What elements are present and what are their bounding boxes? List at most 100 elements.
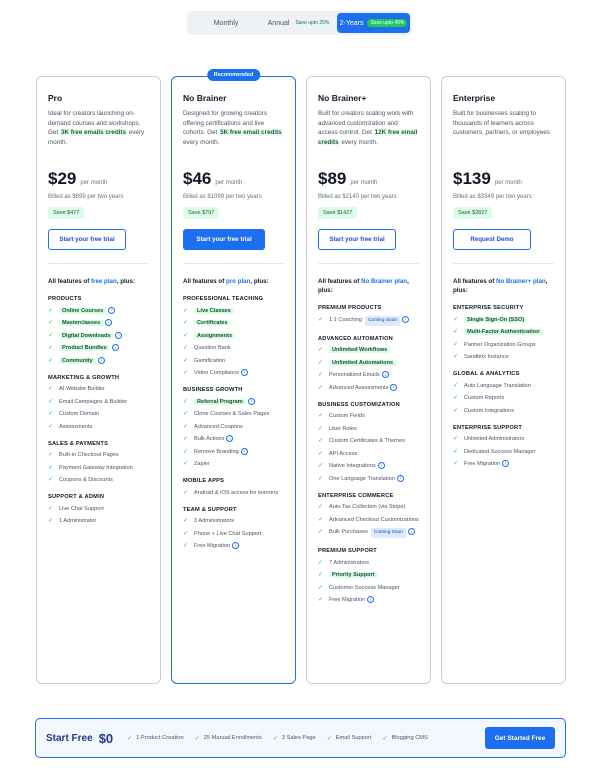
feature-content: Community i	[59, 356, 105, 365]
billing-option-monthly[interactable]: Monthly	[189, 13, 263, 33]
free-plan-item-label: 25 Manual Enrollments	[203, 735, 262, 741]
check-icon: ✓	[318, 572, 324, 578]
price-period: per month	[494, 180, 522, 186]
feature-label: Zapier	[194, 461, 210, 467]
plan-description: Designed for growing creators offering c…	[183, 109, 284, 155]
feature-content: Product Bundles i	[59, 344, 119, 352]
feature-content: Masterclasses i	[59, 319, 113, 327]
feature-content: Online Courses i	[59, 306, 116, 315]
info-icon[interactable]: i	[367, 596, 375, 604]
info-icon[interactable]: i	[105, 319, 113, 327]
check-icon: ✓	[183, 398, 189, 405]
check-icon: ✓	[48, 411, 54, 417]
coming-soon-badge: Coming Soon	[370, 528, 406, 538]
plan-name: No Brainer	[183, 93, 227, 103]
info-icon[interactable]: i	[240, 447, 248, 455]
feature-item: ✓ Video Compliance i	[183, 369, 284, 377]
feature-content: Custom Certificates & Themes	[329, 437, 405, 445]
feature-label: 1:1 Coaching	[329, 316, 362, 323]
feature-item: ✓ Email Campaigns & Builder	[48, 398, 149, 406]
info-icon[interactable]: i	[115, 331, 123, 339]
feature-label: Community	[59, 357, 96, 364]
info-icon[interactable]: i	[226, 435, 234, 443]
feature-content: 7 Administrators	[329, 559, 369, 567]
info-icon[interactable]: i	[407, 528, 415, 536]
start-free-trial-button[interactable]: Start your free trial	[183, 229, 265, 250]
coming-soon-badge: Coming Soon	[364, 315, 401, 326]
info-icon[interactable]: i	[241, 369, 249, 377]
feature-item: ✓ Sandbox Instance	[453, 353, 554, 361]
check-icon: ✓	[453, 407, 459, 414]
feature-content: Referral Program i	[194, 397, 255, 406]
plan-card: Pro Ideal for creators launching on-deman…	[36, 76, 161, 684]
feature-label: Advanced Checkout Customizations	[329, 516, 419, 523]
feature-content: Advanced Coupons	[194, 423, 243, 431]
check-icon: ✓	[318, 504, 324, 510]
feature-item: ✓ 1:1 Coaching Coming Soon i	[318, 315, 419, 326]
previous-plan-link[interactable]: free plan	[91, 278, 117, 285]
start-free-trial-button[interactable]: Start your free trial	[48, 229, 126, 250]
check-icon: ✓	[318, 475, 324, 482]
feature-label: Custom Certificates & Themes	[329, 438, 405, 444]
feature-item: ✓ Bulk Actions i	[183, 435, 284, 443]
feature-label: Dedicated Success Manager	[464, 448, 536, 455]
billing-option-annual[interactable]: Annual Save upto 25%	[263, 13, 337, 33]
feature-item: ✓ Advanced Coupons	[183, 423, 284, 431]
start-free-trial-button[interactable]: Start your free trial	[318, 229, 396, 250]
info-icon[interactable]: i	[111, 344, 119, 352]
check-icon: ✓	[183, 307, 189, 314]
info-icon[interactable]: i	[377, 462, 385, 470]
free-plan-bar: Start Free $0 ✓ 1 Product Creation ✓ 25 Ma…	[35, 718, 566, 758]
feature-section-title: SALES & PAYMENTS	[48, 440, 109, 447]
info-icon[interactable]: i	[396, 474, 404, 482]
billed-amount: Billed as $2140 per two years	[318, 194, 397, 200]
info-icon[interactable]: i	[402, 315, 410, 323]
info-icon[interactable]: i	[502, 460, 510, 468]
check-icon: ✓	[183, 357, 189, 364]
check-icon: ✓	[183, 530, 189, 537]
feature-item: ✓ Phone + Live Chat Support	[183, 530, 284, 538]
info-icon[interactable]: i	[390, 383, 398, 391]
feature-section-title: PREMIUM SUPPORT	[318, 548, 377, 554]
check-icon: ✓	[318, 559, 324, 566]
check-icon: ✓	[183, 489, 189, 496]
billing-option-two-years[interactable]: 2-Years Save upto 40%	[337, 13, 410, 33]
feature-section-title: PREMIUM PRODUCTS	[318, 305, 382, 311]
free-plan-item-label: Blogging CMS	[391, 735, 428, 741]
all-features-suffix: , plus:	[250, 278, 269, 285]
feature-item: ✓ Custom Integrations	[453, 407, 554, 415]
check-icon: ✓	[318, 516, 324, 523]
check-icon: ✓	[48, 345, 54, 351]
feature-label: Referral Program	[194, 398, 246, 405]
feature-content: Clone Courses & Sales Pages	[194, 410, 269, 418]
feature-label: Email Campaigns & Builder	[59, 398, 128, 405]
previous-plan-link[interactable]: No Brainer+ plan	[496, 278, 546, 285]
info-icon[interactable]: i	[97, 356, 105, 364]
feature-label: Bulk Actions	[194, 436, 225, 442]
info-icon[interactable]: i	[232, 542, 240, 550]
get-started-free-button[interactable]: Get Started Free	[485, 727, 555, 749]
free-plan-item: ✓ 1 Product Creation	[127, 735, 183, 742]
feature-item: ✓ Advanced Checkout Customizations	[318, 516, 419, 524]
previous-plan-link[interactable]: No Brainer plan	[361, 278, 407, 285]
request-demo-button[interactable]: Request Demo	[453, 229, 531, 250]
feature-content: 1 Administrator	[59, 517, 96, 525]
feature-content: Multi-Factor Authentication	[464, 328, 543, 336]
check-icon: ✓	[183, 345, 189, 351]
info-icon[interactable]: i	[108, 306, 116, 314]
previous-plan-link[interactable]: pro plan	[226, 278, 250, 285]
feature-label: Auto Language Translation	[464, 382, 531, 389]
feature-content: Video Compliance i	[194, 369, 249, 377]
feature-content: Unlimited Workflows	[329, 346, 391, 354]
price-row: $139 per month	[453, 169, 554, 189]
feature-label: Unlimited Workflows	[329, 347, 391, 353]
info-icon[interactable]: i	[381, 371, 389, 379]
feature-item: ✓ Community i	[48, 356, 149, 365]
plan-name: No Brainer+	[318, 93, 367, 103]
feature-item: ✓ Built-in Checkout Pages	[48, 451, 149, 459]
feature-content: Partner Organization Groups	[464, 341, 536, 349]
info-icon[interactable]: i	[247, 397, 255, 405]
feature-label: User Roles	[329, 425, 357, 432]
feature-item: ✓ Native Integrations i	[318, 462, 419, 470]
plan-price: $139	[453, 169, 491, 188]
